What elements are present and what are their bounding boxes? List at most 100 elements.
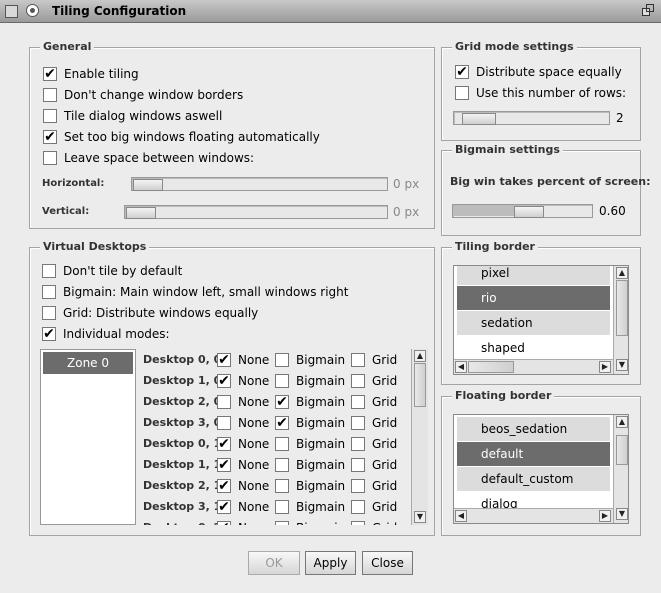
checkbox[interactable] xyxy=(351,479,365,493)
checkbox[interactable] xyxy=(351,353,365,367)
checkbox[interactable]: ✔ xyxy=(455,65,469,79)
grid-mode-option[interactable]: Use this number of rows: xyxy=(455,84,626,102)
mode-grid-option[interactable]: Grid xyxy=(351,519,397,525)
checkbox[interactable]: ✔ xyxy=(217,479,231,493)
checkbox[interactable]: ✔ xyxy=(217,521,231,525)
vertical-slider[interactable] xyxy=(124,205,388,219)
mode-none-option[interactable]: ✔ None xyxy=(217,435,269,453)
rows-slider[interactable] xyxy=(453,111,610,125)
checkbox[interactable] xyxy=(42,285,56,299)
checkbox[interactable] xyxy=(351,416,365,430)
scroll-thumb[interactable] xyxy=(414,363,426,407)
tiling-list-vscroll[interactable]: ▲ ▼ xyxy=(613,266,628,374)
checkbox[interactable]: ✔ xyxy=(275,395,289,409)
floating-list-hscroll[interactable]: ◀ ▶ xyxy=(454,508,613,523)
checkbox[interactable] xyxy=(351,500,365,514)
scroll-up-icon[interactable]: ▲ xyxy=(414,350,426,362)
mode-bigmain-option[interactable]: ✔ Bigmain xyxy=(275,414,345,432)
general-option[interactable]: ✔ Set too big windows floating automatica… xyxy=(43,128,320,146)
mode-grid-option[interactable]: Grid xyxy=(351,435,397,453)
scroll-right-icon[interactable]: ▶ xyxy=(599,361,611,373)
general-option[interactable]: Leave space between windows: xyxy=(43,149,254,167)
checkbox[interactable] xyxy=(42,306,56,320)
slider-thumb[interactable] xyxy=(514,206,544,218)
vd-mode-option[interactable]: ✔ Individual modes: xyxy=(42,325,170,343)
checkbox[interactable]: ✔ xyxy=(43,130,57,144)
mode-grid-option[interactable]: Grid xyxy=(351,372,397,390)
bigmain-slider[interactable] xyxy=(452,204,593,218)
checkbox[interactable]: ✔ xyxy=(217,353,231,367)
checkbox[interactable] xyxy=(351,437,365,451)
horizontal-slider[interactable] xyxy=(131,177,388,191)
mode-bigmain-option[interactable]: Bigmain xyxy=(275,477,345,495)
general-option[interactable]: ✔ Enable tiling xyxy=(43,65,139,83)
checkbox[interactable] xyxy=(275,479,289,493)
close-button[interactable]: Close xyxy=(362,551,413,575)
scroll-down-icon[interactable]: ▼ xyxy=(616,508,628,520)
list-item[interactable]: default xyxy=(457,442,610,466)
tiling-list-hscroll[interactable]: ◀ ▶ xyxy=(454,359,613,374)
checkbox[interactable] xyxy=(275,374,289,388)
checkbox[interactable]: ✔ xyxy=(42,327,56,341)
vd-mode-option[interactable]: Don't tile by default xyxy=(42,262,182,280)
mode-grid-option[interactable]: Grid xyxy=(351,477,397,495)
checkbox[interactable]: ✔ xyxy=(275,416,289,430)
checkbox[interactable] xyxy=(275,500,289,514)
mode-bigmain-option[interactable]: Bigmain xyxy=(275,519,345,525)
checkbox[interactable] xyxy=(42,264,56,278)
checkbox[interactable] xyxy=(217,395,231,409)
mode-grid-option[interactable]: Grid xyxy=(351,456,397,474)
mode-bigmain-option[interactable]: Bigmain xyxy=(275,456,345,474)
floating-border-list[interactable]: beos_sedation default default_custom dialog… xyxy=(453,414,629,524)
checkbox[interactable] xyxy=(351,521,365,525)
scroll-down-icon[interactable]: ▼ xyxy=(616,359,628,371)
slider-thumb[interactable] xyxy=(462,113,496,125)
checkbox[interactable] xyxy=(351,374,365,388)
mode-none-option[interactable]: ✔ None xyxy=(217,372,269,390)
scroll-thumb[interactable] xyxy=(616,435,628,465)
vd-mode-option[interactable]: Bigmain: Main window left, small windows… xyxy=(42,283,348,301)
general-option[interactable]: Tile dialog windows aswell xyxy=(43,107,222,125)
maximize-icon[interactable] xyxy=(642,4,655,17)
mode-grid-option[interactable]: Grid xyxy=(351,414,397,432)
scroll-right-icon[interactable]: ▶ xyxy=(599,510,611,522)
checkbox[interactable]: ✔ xyxy=(43,67,57,81)
slider-thumb[interactable] xyxy=(126,207,156,219)
checkbox[interactable]: ✔ xyxy=(217,374,231,388)
mode-bigmain-option[interactable]: ✔ Bigmain xyxy=(275,393,345,411)
checkbox[interactable] xyxy=(351,395,365,409)
scroll-left-icon[interactable]: ◀ xyxy=(455,361,467,373)
scroll-up-icon[interactable]: ▲ xyxy=(616,416,628,428)
mode-none-option[interactable]: None xyxy=(217,393,269,411)
list-item[interactable]: sedation xyxy=(457,311,610,335)
mode-grid-option[interactable]: Grid xyxy=(351,351,397,369)
slider-thumb[interactable] xyxy=(133,179,163,191)
zone-list[interactable]: Zone 0 xyxy=(40,349,136,525)
zone-item[interactable]: Zone 0 xyxy=(43,352,133,374)
list-item[interactable]: shaped xyxy=(457,336,610,360)
floating-list-vscroll[interactable]: ▲ ▼ xyxy=(613,415,628,523)
grid-mode-option[interactable]: ✔ Distribute space equally xyxy=(455,63,622,81)
scroll-up-icon[interactable]: ▲ xyxy=(616,267,628,279)
title-bar[interactable]: Tiling Configuration xyxy=(0,0,661,23)
mode-bigmain-option[interactable]: Bigmain xyxy=(275,498,345,516)
vd-mode-option[interactable]: Grid: Distribute windows equally xyxy=(42,304,258,322)
checkbox[interactable] xyxy=(351,458,365,472)
scroll-thumb[interactable] xyxy=(468,361,514,373)
window-menu-icon[interactable] xyxy=(5,5,18,18)
mode-none-option[interactable]: ✔ None xyxy=(217,456,269,474)
checkbox[interactable] xyxy=(275,521,289,525)
mode-none-option[interactable]: ✔ None xyxy=(217,351,269,369)
apply-button[interactable]: Apply xyxy=(305,551,356,575)
list-item[interactable]: rio xyxy=(457,286,610,310)
mode-none-option[interactable]: ✔ None xyxy=(217,519,269,525)
checkbox[interactable] xyxy=(43,88,57,102)
mode-bigmain-option[interactable]: Bigmain xyxy=(275,372,345,390)
mode-none-option[interactable]: None xyxy=(217,414,269,432)
checkbox[interactable] xyxy=(275,353,289,367)
checkbox[interactable] xyxy=(275,437,289,451)
checkbox[interactable] xyxy=(217,416,231,430)
mode-grid-option[interactable]: Grid xyxy=(351,393,397,411)
checkbox[interactable] xyxy=(275,458,289,472)
checkbox[interactable]: ✔ xyxy=(217,458,231,472)
